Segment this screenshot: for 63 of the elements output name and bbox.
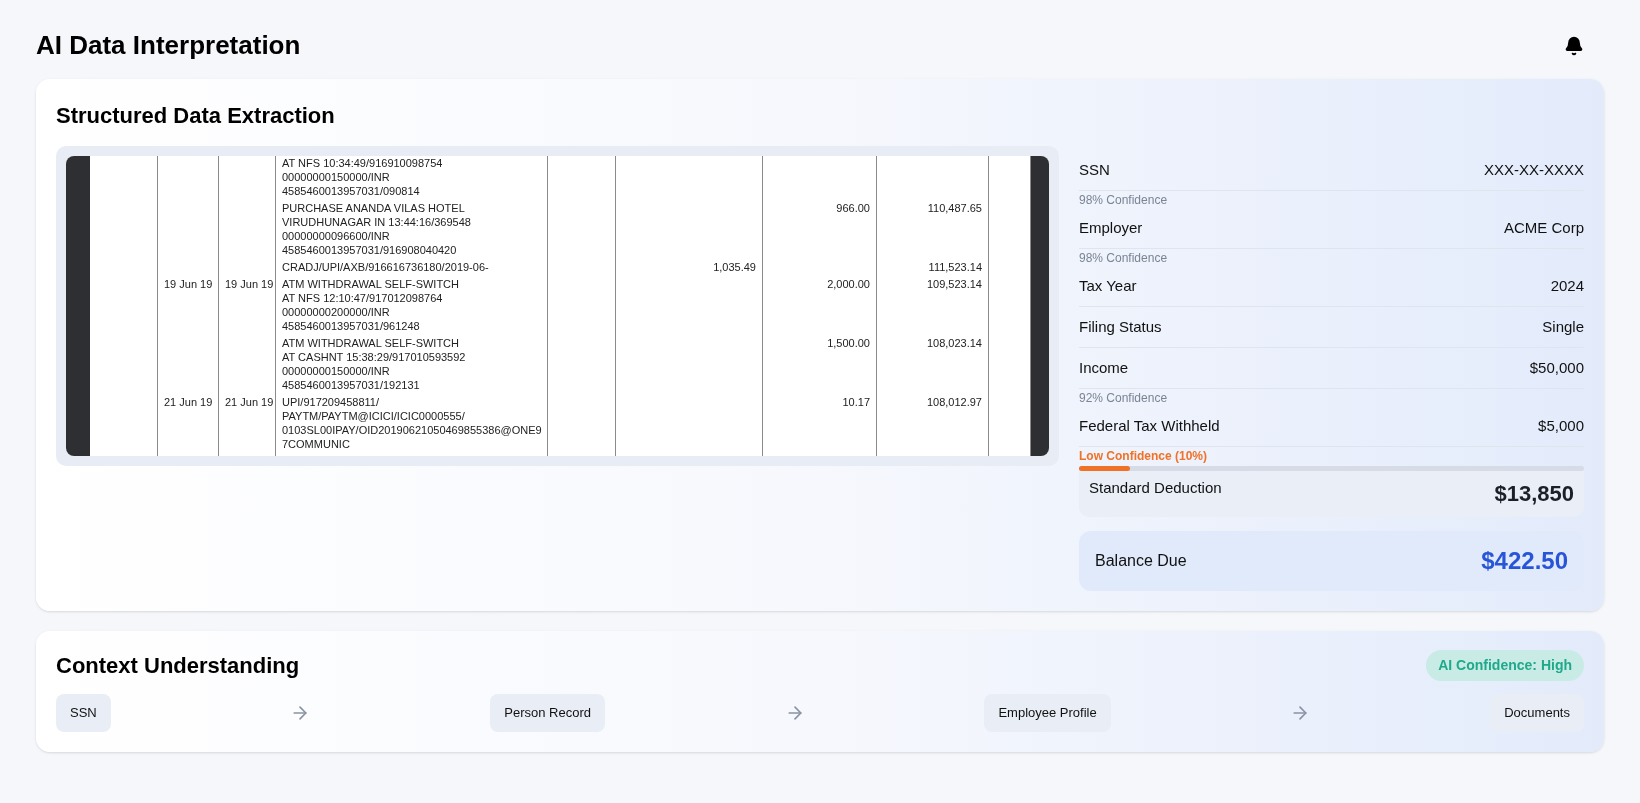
table-cell: 966.00 <box>836 202 870 214</box>
field-label: Filing Status <box>1079 316 1162 337</box>
table-cell-text: VIRUDHUNAGAR IN 13:44:16/369548 <box>282 215 472 229</box>
table-cell-text: ATM WITHDRAWAL SELF-SWITCH <box>282 336 460 350</box>
table-cell: 108,012.97 <box>926 396 982 408</box>
field-value: XXX-XX-XXXX <box>1483 159 1584 180</box>
table-cell-text: UPI/917209458811/ <box>282 395 381 409</box>
section-title: Context Understanding <box>56 652 300 680</box>
table-cell-text: 00000000200000/INR <box>282 305 391 319</box>
field-value: 2024 <box>1550 275 1584 296</box>
field-value: ACME Corp <box>1503 217 1584 238</box>
field-label: Federal Tax Withheld <box>1079 415 1220 436</box>
table-cell-text: CRADJ/UPI/AXB/916616736180/2019-06- <box>282 260 490 274</box>
table-cell: 110,487.65 <box>927 202 982 214</box>
table-cell-text: AT NFS 12:10:47/917012098764 <box>282 291 444 305</box>
table-cell-text: 4585460013957031/916908040420 <box>282 243 458 257</box>
table-cell: 21 Jun 19 <box>164 396 213 408</box>
table-cell: 0103SL00IPAY/OID20190621050469855386@ONE9 <box>282 423 541 437</box>
page-title: AI Data Interpretation <box>36 29 301 62</box>
table-cell: 2,000.00 <box>827 278 870 290</box>
table-cell-text: 4585460013957031/192131 <box>282 378 421 392</box>
table-cell: 1,500.00 <box>827 337 870 349</box>
table-cell-text: 4585460013957031/090814 <box>282 184 421 198</box>
table-cell-text: PAYTM/PAYTM@ICICI/ICIC0000555/ <box>282 409 466 423</box>
table-cell: 1,035.49 <box>713 261 756 273</box>
table-cell-text: ATM WITHDRAWAL SELF-SWITCH <box>282 277 460 291</box>
table-cell: 111,523.14 <box>928 261 982 273</box>
low-confidence-label: Low Confidence (10%) <box>1079 448 1207 464</box>
summary-value: $13,850 <box>1494 480 1574 508</box>
table-cell-text: AT CASHNT 15:38:29/917010593592 <box>282 350 467 364</box>
field-value: Single <box>1542 316 1584 337</box>
section-title: Structured Data Extraction <box>56 102 336 130</box>
table-cell-text: 00000000096600/INR <box>282 229 391 243</box>
table-cell-text: 4585460013957031/961248 <box>282 319 421 333</box>
flow-node: Person Record <box>490 694 605 732</box>
table-cell-text: 00000000150000/INR <box>282 364 391 378</box>
table-cell-text: 00000000150000/INR <box>282 170 391 184</box>
table-cell-text: PURCHASE ANANDA VILAS HOTEL <box>282 201 466 215</box>
table-cell: 21 Jun 19 <box>225 396 274 408</box>
table-cell-text: AT NFS 10:34:49/916910098754 <box>282 156 444 170</box>
field-label: Income <box>1079 357 1129 378</box>
field-label: Employer <box>1079 217 1143 238</box>
field-value: $50,000 <box>1529 357 1584 378</box>
confidence-label: 98% Confidence <box>1079 250 1168 266</box>
field-value: $5,000 <box>1538 415 1584 436</box>
summary-value: $422.50 <box>1481 546 1568 576</box>
table-cell: 108,023.14 <box>926 337 982 349</box>
notification-bell-icon[interactable] <box>1564 35 1584 56</box>
table-cell: 19 Jun 19 <box>164 278 213 290</box>
field-label: Tax Year <box>1079 275 1137 296</box>
table-cell-text: 7COMMUNIC <box>282 437 351 451</box>
table-cell: 19 Jun 19 <box>225 278 274 290</box>
table-cell: 10.17 <box>842 396 870 408</box>
summary-label: Balance Due <box>1095 551 1187 571</box>
confidence-label: 98% Confidence <box>1079 192 1168 208</box>
confidence-label: 92% Confidence <box>1079 390 1168 406</box>
flow-node: Employee Profile <box>984 694 1111 732</box>
flow-node: SSN <box>56 694 111 732</box>
summary-label: Standard Deduction <box>1089 478 1222 498</box>
flow-node: Documents <box>1490 694 1584 732</box>
confidence-badge: AI Confidence: High <box>1426 650 1584 681</box>
field-label: SSN <box>1079 159 1110 180</box>
table-cell: 109,523.14 <box>926 278 982 290</box>
